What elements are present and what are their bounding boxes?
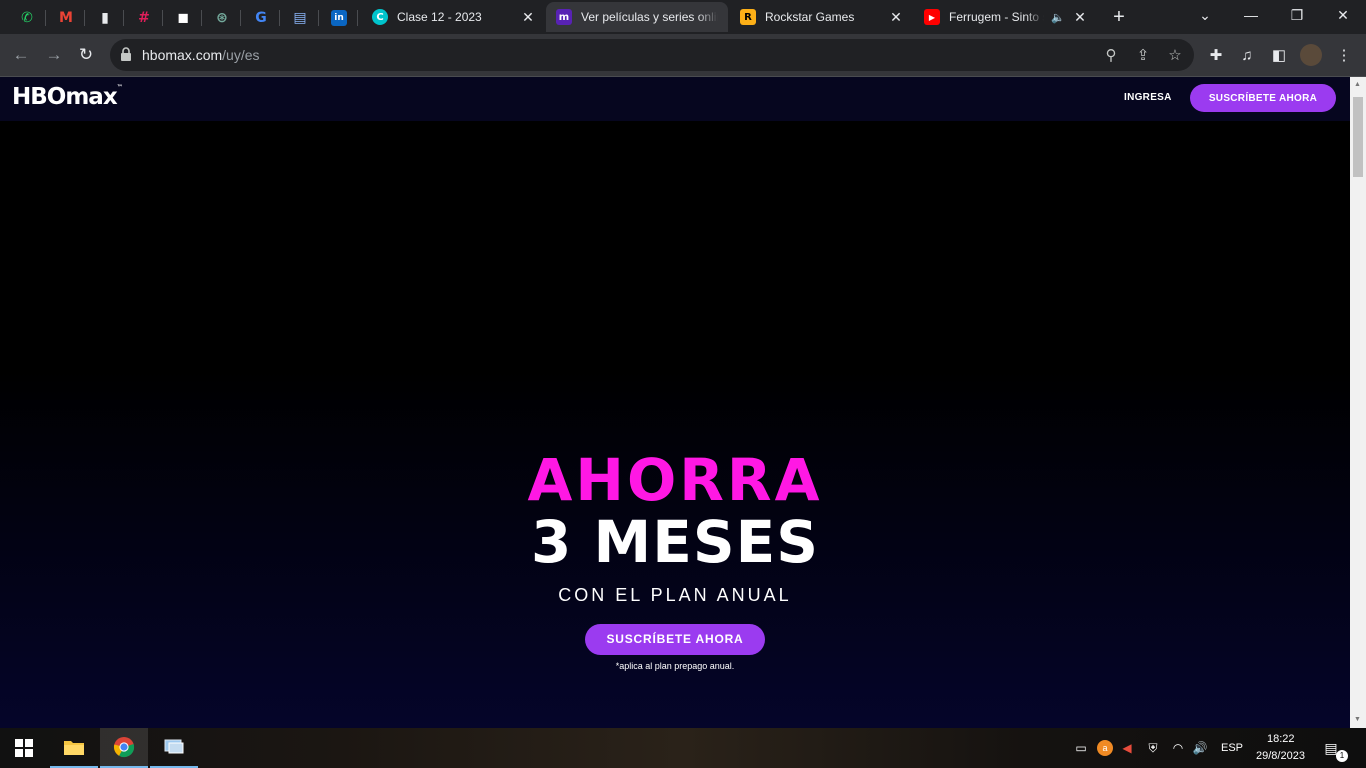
tab-title: Clase 12 - 2023: [397, 10, 482, 24]
linkedin-icon: in: [331, 9, 347, 26]
clock-time[interactable]: 18:22: [1267, 733, 1295, 745]
scrollbar-thumb[interactable]: [1353, 97, 1363, 177]
close-tab-icon[interactable]: ✕: [520, 9, 536, 25]
tab-youtube[interactable]: ▶ Ferrugem - Sinto saudade 🔈 ✕: [914, 2, 1098, 32]
url-path: /uy/es: [222, 47, 260, 63]
share-icon[interactable]: ⇪: [1133, 45, 1153, 65]
pinned-tab-docs[interactable]: ▤: [281, 4, 319, 31]
canva-icon: C: [372, 9, 388, 25]
tablet-icon[interactable]: ▭: [1073, 740, 1089, 756]
pinned-tab-google[interactable]: G: [242, 4, 280, 31]
hero-disclaimer: *aplica al plan prepago anual.: [615, 661, 735, 671]
restore-button[interactable]: ❐: [1274, 0, 1320, 30]
monitor-icon: [164, 739, 184, 754]
browser-toolbar: ← → ↻ hbomax.com/uy/es ⚲ ⇪ ☆ ✚ ♫ ◧ ⋮: [0, 34, 1366, 77]
volume-icon[interactable]: 🔊: [1192, 740, 1208, 756]
pinned-tab-slack[interactable]: #: [125, 4, 163, 31]
pinned-tab-coder[interactable]: ◼: [164, 4, 202, 31]
chatgpt-icon: ⊛: [216, 9, 228, 26]
docs-icon: ▤: [293, 9, 307, 26]
hero-subheadline: CON EL PLAN ANUAL: [558, 585, 792, 605]
tab-strip: ✆ M ▮ # ◼ ⊛ G ▤ in C Clase 12 - 2023 ✕ m Ver pel…: [0, 0, 1366, 34]
slack-icon: #: [138, 9, 150, 26]
tab-search-icon[interactable]: ⌄: [1182, 0, 1228, 30]
remote-app-button[interactable]: [150, 728, 198, 768]
lock-icon: [121, 47, 131, 61]
menu-icon[interactable]: ⋮: [1333, 44, 1355, 66]
minimize-button[interactable]: —: [1228, 0, 1274, 30]
address-bar[interactable]: hbomax.com/uy/es ⚲ ⇪ ☆: [110, 39, 1194, 71]
network-icon[interactable]: ◠: [1170, 740, 1186, 756]
side-panel-icon[interactable]: ◧: [1268, 44, 1290, 66]
windows-icon: [15, 739, 33, 757]
security-shield-icon[interactable]: ⛨: [1145, 740, 1161, 756]
pinned-tab-whatsapp[interactable]: ✆: [8, 4, 46, 31]
pinned-tab-chatgpt[interactable]: ⊛: [203, 4, 241, 31]
site-header: HBOmax™ INGRESA SUSCRÍBETE AHORA: [0, 77, 1350, 121]
hbomax-logo[interactable]: HBOmax™: [12, 84, 123, 110]
chrome-icon: [113, 737, 135, 758]
chrome-taskbar-button[interactable]: [100, 728, 148, 768]
subscribe-hero-button[interactable]: SUSCRÍBETE AHORA: [585, 624, 765, 655]
reload-button[interactable]: ↻: [73, 42, 99, 68]
windows-taskbar: ▭ a ◀ ⛨ ◠ 🔊 ESP 18:22 29/8/2023 ▤ 1: [0, 728, 1366, 768]
gmail-icon: M: [59, 9, 73, 26]
close-tab-icon[interactable]: ✕: [1072, 9, 1088, 25]
pinned-tab-bookmark-app[interactable]: ▮: [86, 4, 124, 31]
page-viewport: HBOmax™ INGRESA SUSCRÍBETE AHORA AHORRA …: [0, 77, 1350, 728]
muted-app-icon[interactable]: ◀: [1119, 740, 1135, 756]
hbomax-tab-icon: m: [556, 9, 572, 25]
coder-icon: ◼: [177, 9, 189, 26]
login-link[interactable]: INGRESA: [1124, 92, 1172, 103]
avast-icon[interactable]: a: [1097, 740, 1113, 756]
url-host: hbomax.com: [142, 47, 223, 63]
scroll-down-icon[interactable]: ▼: [1354, 716, 1362, 724]
forward-button[interactable]: →: [41, 42, 67, 68]
tab-title: Ver películas y series online: [581, 10, 718, 24]
youtube-icon: ▶: [924, 9, 940, 25]
bookmark-star-icon[interactable]: ☆: [1165, 45, 1185, 65]
file-explorer-button[interactable]: [50, 728, 98, 768]
scroll-up-icon[interactable]: ▲: [1354, 81, 1362, 89]
language-indicator[interactable]: ESP: [1221, 742, 1243, 754]
hero-headline-save: AHORRA: [527, 446, 823, 514]
tab-clase-12[interactable]: C Clase 12 - 2023 ✕: [362, 2, 546, 32]
google-icon: G: [255, 9, 267, 26]
whatsapp-icon: ✆: [21, 9, 33, 26]
close-tab-icon[interactable]: ✕: [888, 9, 904, 25]
back-button[interactable]: ←: [8, 42, 34, 68]
bookmark-app-icon: ▮: [101, 9, 109, 26]
new-tab-button[interactable]: +: [1107, 6, 1131, 28]
start-button[interactable]: [0, 728, 48, 768]
subscribe-header-button[interactable]: SUSCRÍBETE AHORA: [1190, 84, 1336, 112]
extensions-icon[interactable]: ✚: [1205, 44, 1227, 66]
zoom-icon[interactable]: ⚲: [1101, 45, 1121, 65]
clock-date[interactable]: 29/8/2023: [1256, 750, 1305, 762]
tab-hbomax[interactable]: m Ver películas y series online: [546, 2, 728, 32]
rockstar-icon: R: [740, 9, 756, 25]
tab-title: Rockstar Games: [765, 10, 855, 24]
logo-trademark: ™: [116, 84, 123, 91]
folder-icon: [64, 741, 84, 755]
speaker-icon[interactable]: 🔈: [1050, 9, 1066, 25]
notification-count-badge: 1: [1336, 750, 1348, 762]
pinned-tab-gmail[interactable]: M: [47, 4, 85, 31]
logo-text: HBOmax: [12, 84, 118, 110]
tab-title: Ferrugem - Sinto saudade: [949, 10, 1044, 24]
vertical-scrollbar[interactable]: ▲ ▼: [1350, 77, 1366, 728]
tab-rockstar[interactable]: R Rockstar Games ✕: [730, 2, 914, 32]
profile-avatar[interactable]: [1300, 44, 1322, 66]
hero-section: AHORRA 3 MESES CON EL PLAN ANUAL SUSCRÍB…: [0, 449, 1350, 671]
close-window-button[interactable]: ✕: [1320, 0, 1366, 30]
pinned-tab-linkedin[interactable]: in: [320, 4, 358, 31]
media-control-icon[interactable]: ♫: [1236, 44, 1258, 66]
hero-headline-months: 3 MESES: [530, 508, 820, 576]
url-text[interactable]: hbomax.com/uy/es: [142, 47, 260, 63]
